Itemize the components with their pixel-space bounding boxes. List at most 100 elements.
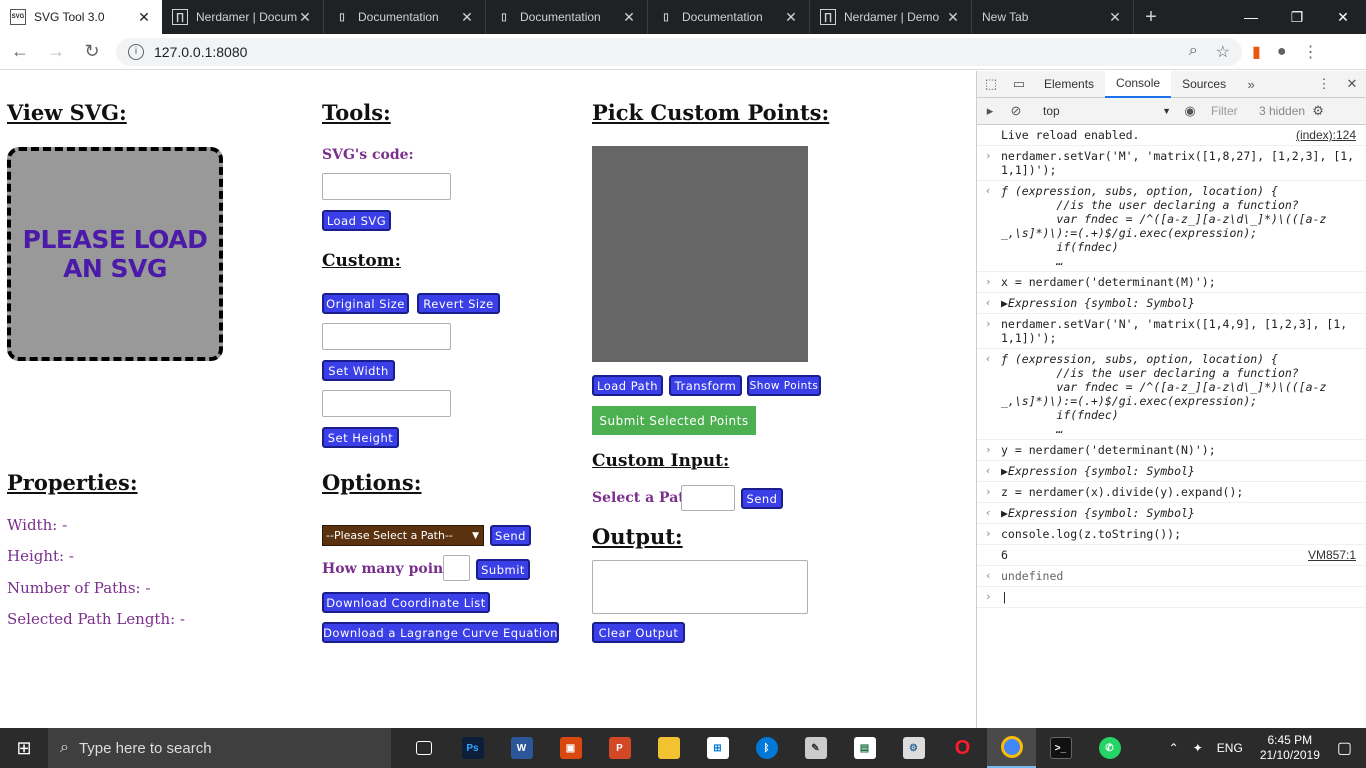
account-icon[interactable]: ●: [1277, 43, 1287, 61]
zoom-icon[interactable]: ⌕: [1189, 42, 1198, 62]
console-settings-gear-icon[interactable]: ⚙: [1305, 103, 1331, 119]
word-icon[interactable]: W: [497, 728, 546, 768]
windows-start-icon[interactable]: ⊞: [0, 728, 48, 768]
svg-code-input[interactable]: [322, 173, 451, 200]
close-tab-icon[interactable]: ✕: [459, 9, 475, 26]
tab-console[interactable]: Console: [1105, 70, 1172, 98]
devtools-menu-icon[interactable]: ⋮: [1310, 76, 1338, 92]
console-result-line[interactable]: ‹ ƒ (expression, subs, option, location) …: [977, 181, 1366, 272]
bookmark-star-icon[interactable]: ☆: [1216, 42, 1230, 62]
width-input[interactable]: [322, 323, 451, 350]
clear-console-icon[interactable]: ⊘: [1003, 103, 1029, 119]
site-info-icon[interactable]: i: [128, 43, 144, 60]
restore-icon[interactable]: ❐: [1274, 0, 1320, 34]
media-app-icon[interactable]: ▣: [546, 728, 595, 768]
console-prompt[interactable]: › |: [977, 587, 1366, 608]
forward-arrow-icon[interactable]: →: [40, 36, 72, 68]
load-path-button[interactable]: Load Path: [592, 375, 663, 396]
view-svg-heading: View SVG:: [7, 100, 127, 125]
task-view-icon[interactable]: [399, 728, 448, 768]
source-link[interactable]: VM857:1: [1308, 548, 1356, 562]
tab-nerdamer-docs[interactable]: ∏ Nerdamer | Docum ✕: [162, 0, 324, 34]
submit-selected-points-button[interactable]: Submit Selected Points: [592, 406, 756, 435]
tab-documentation-1[interactable]: ▯ Documentation ✕: [324, 0, 486, 34]
tab-documentation-3[interactable]: ▯ Documentation ✕: [648, 0, 810, 34]
console-result-line[interactable]: ‹ ▶Expression {symbol: Symbol}: [977, 293, 1366, 314]
revert-size-button[interactable]: Revert Size: [417, 293, 500, 314]
minimize-icon[interactable]: —: [1228, 0, 1274, 34]
submit-button[interactable]: Submit: [476, 559, 530, 580]
inspect-element-icon[interactable]: ⬚: [977, 76, 1005, 92]
close-tab-icon[interactable]: ✕: [1107, 9, 1123, 26]
spreadsheet-app-icon[interactable]: ▤: [840, 728, 889, 768]
path-select-value: --Please Select a Path--: [326, 529, 453, 542]
source-link[interactable]: (index):124: [1296, 128, 1356, 142]
tab-documentation-2[interactable]: ▯ Documentation ✕: [486, 0, 648, 34]
download-lagrange-button[interactable]: Download a Lagrange Curve Equation: [322, 622, 559, 643]
set-width-button[interactable]: Set Width: [322, 360, 395, 381]
tab-elements[interactable]: Elements: [1033, 71, 1105, 98]
tab-sources[interactable]: Sources: [1171, 71, 1237, 98]
menu-icon[interactable]: ⋮: [1302, 42, 1318, 62]
context-selector[interactable]: top ▼: [1037, 101, 1177, 121]
points-canvas[interactable]: [592, 146, 808, 362]
console-result-line[interactable]: ‹ ▶Expression {symbol: Symbol}: [977, 461, 1366, 482]
address-bar[interactable]: i 127.0.0.1:8080 ⌕ ☆: [116, 37, 1242, 66]
download-coordinate-list-button[interactable]: Download Coordinate List: [322, 592, 490, 613]
points-count-input[interactable]: [443, 555, 470, 581]
opera-icon[interactable]: O: [938, 728, 987, 768]
new-tab-plus-icon[interactable]: +: [1134, 0, 1168, 34]
filter-input[interactable]: Filter: [1211, 104, 1255, 118]
clock[interactable]: 6:45 PM 21/10/2019: [1250, 733, 1330, 763]
tab-svg-tool[interactable]: SVG SVG Tool 3.0 ✕: [0, 0, 162, 34]
console-result-line[interactable]: ‹ ▶Expression {symbol: Symbol}: [977, 503, 1366, 524]
reload-icon[interactable]: ↻: [76, 36, 108, 68]
device-toolbar-icon[interactable]: ▭: [1005, 76, 1033, 92]
show-sidebar-icon[interactable]: ▸: [977, 103, 1003, 119]
clock-date: 21/10/2019: [1259, 748, 1320, 762]
original-size-button[interactable]: Original Size: [322, 293, 409, 314]
hidden-count[interactable]: 3 hidden: [1259, 104, 1305, 118]
options-send-button[interactable]: Send: [490, 525, 531, 546]
clear-output-button[interactable]: Clear Output: [592, 622, 685, 643]
chrome-icon[interactable]: [987, 728, 1036, 768]
close-tab-icon[interactable]: ✕: [945, 9, 961, 26]
eye-icon[interactable]: ◉: [1177, 103, 1203, 119]
close-tab-icon[interactable]: ✕: [783, 9, 799, 26]
height-input[interactable]: [322, 390, 451, 417]
notifications-icon[interactable]: ▢: [1330, 738, 1366, 758]
set-height-button[interactable]: Set Height: [322, 427, 399, 448]
back-arrow-icon[interactable]: ←: [4, 36, 36, 68]
transform-button[interactable]: Transform: [669, 375, 742, 396]
close-tab-icon[interactable]: ✕: [621, 9, 637, 26]
close-tab-icon[interactable]: ✕: [136, 9, 152, 26]
output-textarea[interactable]: [592, 560, 808, 614]
document-icon: ▯: [339, 11, 345, 23]
close-window-icon[interactable]: ✕: [1320, 0, 1366, 34]
powerpoint-icon[interactable]: P: [595, 728, 644, 768]
path-select-dropdown[interactable]: --Please Select a Path-- ▼: [322, 525, 484, 546]
close-devtools-icon[interactable]: ✕: [1338, 76, 1366, 92]
photoshop-icon[interactable]: Ps: [448, 728, 497, 768]
tab-nerdamer-demo[interactable]: ∏ Nerdamer | Demo ✕: [810, 0, 972, 34]
close-tab-icon[interactable]: ✕: [297, 9, 313, 26]
terminal-icon[interactable]: >_: [1036, 728, 1085, 768]
show-hidden-icons-icon[interactable]: ⌃: [1162, 741, 1186, 755]
taskbar-search-box[interactable]: ⌕ Type here to search: [48, 728, 391, 768]
tool-app-icon[interactable]: ✎: [791, 728, 840, 768]
select-path-input[interactable]: [681, 485, 735, 511]
tab-new-tab[interactable]: New Tab ✕: [972, 0, 1134, 34]
show-points-button[interactable]: Show Points: [747, 375, 821, 396]
extension-icon[interactable]: ▮: [1252, 42, 1261, 62]
language-indicator[interactable]: ENG: [1210, 741, 1250, 755]
load-svg-button[interactable]: Load SVG: [322, 210, 391, 231]
custom-input-send-button[interactable]: Send: [741, 488, 783, 509]
console-result-line[interactable]: ‹ ƒ (expression, subs, option, location) …: [977, 349, 1366, 440]
more-tabs-icon[interactable]: »: [1237, 77, 1265, 92]
store-icon[interactable]: ⊞: [693, 728, 742, 768]
file-explorer-icon[interactable]: [644, 728, 693, 768]
dropbox-icon[interactable]: ✦: [1186, 741, 1210, 755]
whatsapp-icon[interactable]: ✆: [1085, 728, 1134, 768]
bluetooth-icon[interactable]: ᛒ: [742, 728, 791, 768]
python-app-icon[interactable]: ⚙: [889, 728, 938, 768]
